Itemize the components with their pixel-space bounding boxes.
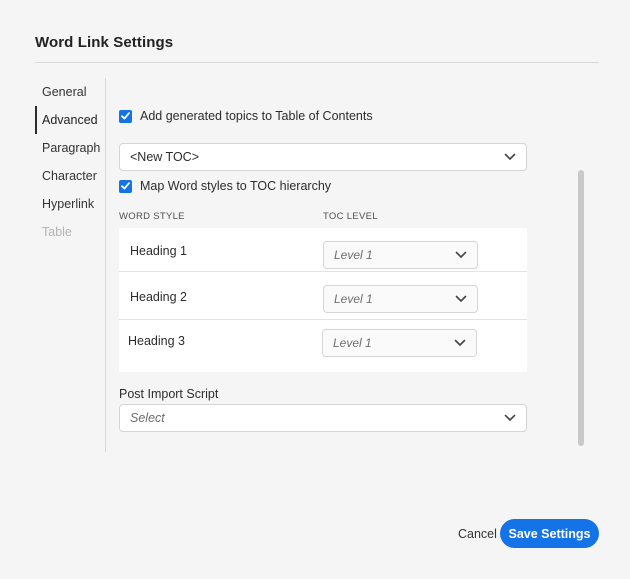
chevron-down-icon [454, 339, 466, 346]
map-styles-checkbox-row[interactable]: Map Word styles to TOC hierarchy [119, 178, 331, 194]
word-style-cell: Heading 2 [130, 290, 187, 304]
sidebar-item-table: Table [42, 225, 72, 239]
add-topics-checkbox[interactable] [119, 109, 132, 123]
column-header-word-style: WORD STYLE [119, 211, 185, 222]
checkmark-icon [121, 112, 130, 120]
sidebar-item-hyperlink[interactable]: Hyperlink [35, 190, 103, 218]
settings-sidebar: General Advanced Paragraph Character Hyp… [35, 78, 106, 452]
sidebar-item-advanced[interactable]: Advanced [35, 106, 103, 134]
chevron-down-icon [455, 295, 467, 302]
toc-level-select[interactable]: Level 1 [323, 285, 478, 313]
word-style-cell: Heading 1 [130, 244, 187, 258]
map-styles-checkbox[interactable] [119, 179, 132, 193]
sidebar-item-paragraph[interactable]: Paragraph [35, 134, 103, 162]
table-row: Heading 1 Level 1 [119, 228, 527, 272]
cancel-button[interactable]: Cancel [452, 521, 503, 547]
word-style-cell: Heading 3 [128, 334, 185, 348]
style-mapping-table: Heading 1 Level 1 Heading 2 Level 1 Head… [119, 228, 527, 372]
map-styles-label: Map Word styles to TOC hierarchy [140, 179, 332, 193]
toc-level-value: Level 1 [333, 336, 372, 350]
chevron-down-icon [504, 414, 516, 421]
post-import-script-select[interactable]: Select [119, 404, 527, 432]
word-link-settings-dialog: Word Link Settings General Advanced Para… [0, 0, 630, 579]
sidebar-item-character[interactable]: Character [35, 162, 103, 190]
column-header-toc-level: TOC LEVEL [323, 211, 378, 222]
dialog-title: Word Link Settings [35, 34, 174, 51]
chevron-down-icon [455, 251, 467, 258]
toc-level-select[interactable]: Level 1 [323, 241, 478, 269]
toc-level-value: Level 1 [334, 248, 373, 262]
post-import-script-placeholder: Select [130, 411, 165, 425]
toc-select-value: <New TOC> [130, 150, 200, 164]
title-divider [35, 62, 599, 63]
toc-level-select[interactable]: Level 1 [322, 329, 477, 357]
save-settings-button[interactable]: Save Settings [500, 519, 599, 548]
table-row: Heading 3 Level 1 [119, 320, 527, 364]
toc-select[interactable]: <New TOC> [119, 143, 527, 171]
content-scrollbar[interactable] [578, 170, 584, 446]
chevron-down-icon [504, 153, 516, 160]
toc-level-value: Level 1 [334, 292, 373, 306]
checkmark-icon [121, 182, 130, 190]
add-topics-label: Add generated topics to Table of Content… [140, 109, 373, 123]
add-topics-checkbox-row[interactable]: Add generated topics to Table of Content… [119, 108, 373, 124]
sidebar-item-general[interactable]: General [35, 78, 103, 106]
post-import-script-label: Post Import Script [119, 387, 219, 401]
table-row: Heading 2 Level 1 [119, 276, 527, 320]
